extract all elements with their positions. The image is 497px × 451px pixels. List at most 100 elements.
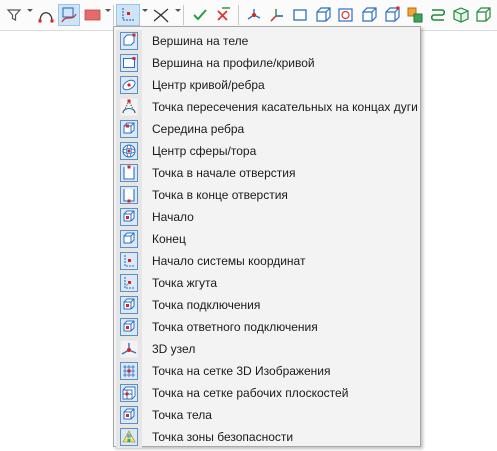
body-vertex-button[interactable] [381, 4, 403, 26]
menu-item-label: Начало системы координат [152, 254, 306, 268]
cross-snap-dropdown-caret[interactable] [175, 9, 181, 12]
menu-item-connection-point[interactable]: Точка подключения [116, 294, 418, 316]
harness-point-icon [120, 274, 138, 292]
mating-connection-icon [120, 318, 138, 336]
menu-item-mating-connection[interactable]: Точка ответного подключения [116, 316, 418, 338]
menu-item-label: Центр сферы/тора [152, 144, 257, 158]
color-dropdown-caret[interactable] [105, 9, 111, 12]
hole-start-icon [120, 164, 138, 182]
tangent-intersection-icon [120, 98, 138, 116]
filter-dropdown-caret[interactable] [27, 9, 33, 12]
cancel-icon [217, 7, 230, 21]
hole-end-icon [120, 186, 138, 204]
coordinate-system-icon [270, 9, 283, 22]
edge-icon [362, 7, 377, 22]
point-snap-dropdown-caret[interactable] [142, 9, 148, 12]
edge-midpoint-icon [120, 120, 138, 138]
curve-center-icon [120, 76, 138, 94]
menu-item-hole-end[interactable]: Точка в конце отверстия [116, 184, 418, 206]
cross-curves-icon [153, 8, 169, 23]
menu-item-safety-zone-point[interactable]: Точка зоны безопасности [116, 426, 418, 448]
box-icon [316, 7, 331, 22]
check-icon [193, 9, 207, 21]
menu-item-end[interactable]: Конец [116, 228, 418, 250]
menu-item-harness-point[interactable]: Точка жгута [116, 272, 418, 294]
3d-image-grid-point-icon [120, 362, 138, 380]
menu-item-label: Точка в начале отверстия [152, 166, 296, 180]
workplane-grid-point-icon [120, 384, 138, 402]
menu-item-label: Точка зоны безопасности [152, 430, 294, 444]
snap-curve-button[interactable] [35, 4, 57, 26]
point-snap-menu: Вершина на теле Вершина на профиле/криво… [113, 26, 421, 448]
menu-item-label: Точка на сетке рабочих плоскостей [152, 386, 349, 400]
menu-item-edge-midpoint[interactable]: Середина ребра [116, 118, 418, 140]
menu-item-label: Точка пересечения касательных на концах … [152, 100, 418, 114]
menu-item-label: Вершина на профиле/кривой [152, 56, 315, 70]
workplane-icon [293, 9, 307, 21]
cross-snap-button[interactable] [150, 4, 172, 26]
3d-node-icon [120, 340, 138, 358]
menu-item-label: Точка ответного подключения [152, 320, 318, 334]
menu-item-3d-image-grid-point[interactable]: Точка на сетке 3D Изображения [116, 360, 418, 382]
accept-button[interactable] [189, 4, 211, 26]
green-box-icon [476, 7, 491, 22]
filter-icon [6, 9, 22, 21]
menu-item-label: Конец [152, 232, 186, 246]
toolbar-separator [183, 5, 184, 25]
group-button[interactable] [404, 4, 426, 26]
menu-item-label: Начало [152, 210, 194, 224]
menu-item-tangent-intersection[interactable]: Точка пересечения касательных на концах … [116, 96, 418, 118]
group-icon [407, 7, 423, 23]
menu-item-vertex-on-body[interactable]: Вершина на теле [116, 30, 418, 52]
menu-item-label: Середина ребра [152, 122, 245, 136]
menu-item-hole-start[interactable]: Точка в начале отверстия [116, 162, 418, 184]
menu-item-vertex-on-profile[interactable]: Вершина на профиле/кривой [116, 52, 418, 74]
vertex-on-profile-icon [120, 54, 138, 72]
snap-intersection-button[interactable] [58, 4, 80, 26]
filter-button[interactable] [3, 4, 25, 26]
path-button[interactable] [427, 4, 449, 26]
menu-item-body-point[interactable]: Точка тела [116, 404, 418, 426]
toolbar-separator [113, 5, 114, 25]
toolbar-separator [238, 5, 239, 25]
sphere-center-icon [120, 142, 138, 160]
menu-item-workplane-grid-point[interactable]: Точка на сетке рабочих плоскостей [116, 382, 418, 404]
body-green-button[interactable] [473, 4, 493, 26]
menu-item-start[interactable]: Начало [116, 206, 418, 228]
menu-item-label: Точка тела [152, 408, 212, 422]
workplane-button[interactable] [289, 4, 311, 26]
menu-item-label: Точка в конце отверстия [152, 188, 288, 202]
curve-snap-icon [38, 12, 54, 23]
face-icon [338, 8, 353, 22]
start-point-icon [120, 208, 138, 226]
menu-item-label: Вершина на теле [152, 34, 249, 48]
node-axes-icon [247, 9, 261, 20]
body-point-icon [120, 406, 138, 424]
menu-item-label: 3D узел [152, 342, 196, 356]
color-button[interactable] [82, 4, 104, 26]
body-face-button[interactable] [335, 4, 357, 26]
point-axes-icon [122, 8, 135, 21]
cancel-button[interactable] [212, 4, 234, 26]
surface-button[interactable] [450, 4, 472, 26]
intersection-snap-icon [61, 7, 77, 23]
menu-item-curve-center[interactable]: Центр кривой/ребра [116, 74, 418, 96]
surface-icon [453, 7, 469, 23]
menu-item-label: Точка подключения [152, 298, 261, 312]
vertex-icon [385, 6, 400, 22]
path-icon [430, 9, 446, 21]
vertex-on-body-icon [120, 32, 138, 50]
menu-item-coordinate-origin[interactable]: Начало системы координат [116, 250, 418, 272]
menu-item-3d-node[interactable]: 3D узел [116, 338, 418, 360]
connection-point-icon [120, 296, 138, 314]
lcs-button[interactable] [266, 4, 288, 26]
menu-item-label: Центр кривой/ребра [152, 78, 265, 92]
color-swatch-icon [84, 9, 101, 21]
body-edge-button[interactable] [358, 4, 380, 26]
node-button[interactable] [243, 4, 265, 26]
body-box-button[interactable] [312, 4, 334, 26]
safety-zone-point-icon [120, 428, 138, 446]
menu-item-sphere-center[interactable]: Центр сферы/тора [116, 140, 418, 162]
point-snap-button[interactable] [116, 4, 140, 26]
coordinate-origin-icon [120, 252, 138, 270]
